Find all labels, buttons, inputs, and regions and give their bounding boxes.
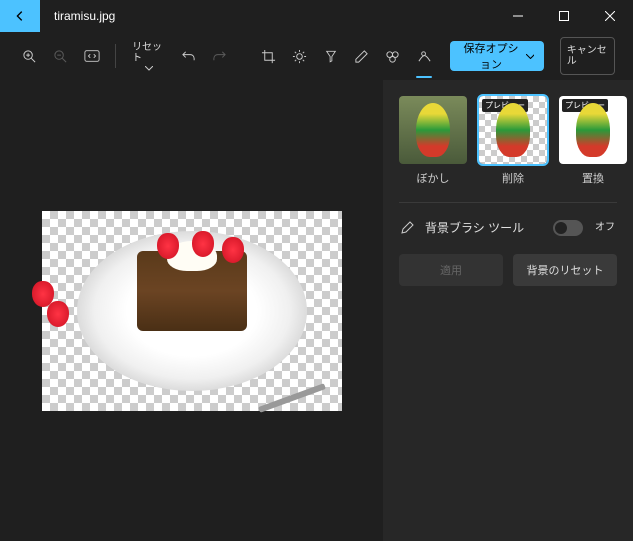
crop-button[interactable] — [257, 40, 280, 72]
file-title: tiramisu.jpg — [54, 9, 115, 23]
zoom-in-button[interactable] — [18, 40, 41, 72]
brush-toggle-state: オフ — [593, 222, 617, 233]
cancel-button[interactable]: キャンセル — [560, 37, 615, 75]
background-panel: ぼかし プレビュー 削除 プレビュー 置換 背景ブラシ ツール オフ 適用 背景… — [383, 80, 633, 541]
brush-icon — [399, 220, 415, 236]
markup-button[interactable] — [350, 40, 373, 72]
erase-button[interactable] — [381, 40, 404, 72]
cancel-label: キャンセル — [567, 45, 608, 67]
redo-button[interactable] — [208, 40, 231, 72]
zoom-out-button[interactable] — [49, 40, 72, 72]
bg-option-replace[interactable]: プレビュー 置換 — [559, 96, 627, 186]
title-bar: tiramisu.jpg — [0, 0, 633, 32]
image-canvas[interactable] — [42, 211, 342, 411]
background-button[interactable] — [412, 40, 435, 72]
reset-label: リセット — [132, 42, 165, 64]
adjust-button[interactable] — [288, 40, 311, 72]
apply-button[interactable]: 適用 — [399, 254, 503, 286]
undo-button[interactable] — [177, 40, 200, 72]
bg-option-remove[interactable]: プレビュー 削除 — [479, 96, 547, 186]
bg-option-label: 置換 — [582, 170, 604, 186]
back-button[interactable] — [0, 0, 40, 32]
filter-button[interactable] — [319, 40, 342, 72]
close-button[interactable] — [587, 0, 633, 32]
bg-option-blur[interactable]: ぼかし — [399, 96, 467, 186]
subject-image — [77, 231, 307, 391]
canvas-area[interactable] — [0, 80, 383, 541]
maximize-button[interactable] — [541, 0, 587, 32]
save-label: 保存オプション — [460, 40, 523, 72]
brush-toggle[interactable] — [553, 220, 583, 236]
save-options-button[interactable]: 保存オプション — [450, 41, 544, 71]
toolbar: リセット 保存オプション キャンセル — [0, 32, 633, 80]
bg-option-label: ぼかし — [417, 170, 450, 186]
minimize-button[interactable] — [495, 0, 541, 32]
reset-button[interactable]: リセット — [128, 37, 169, 75]
brush-tool-label: 背景ブラシ ツール — [425, 219, 543, 236]
fit-button[interactable] — [80, 40, 103, 72]
bg-option-label: 削除 — [502, 170, 524, 186]
reset-background-button[interactable]: 背景のリセット — [513, 254, 617, 286]
